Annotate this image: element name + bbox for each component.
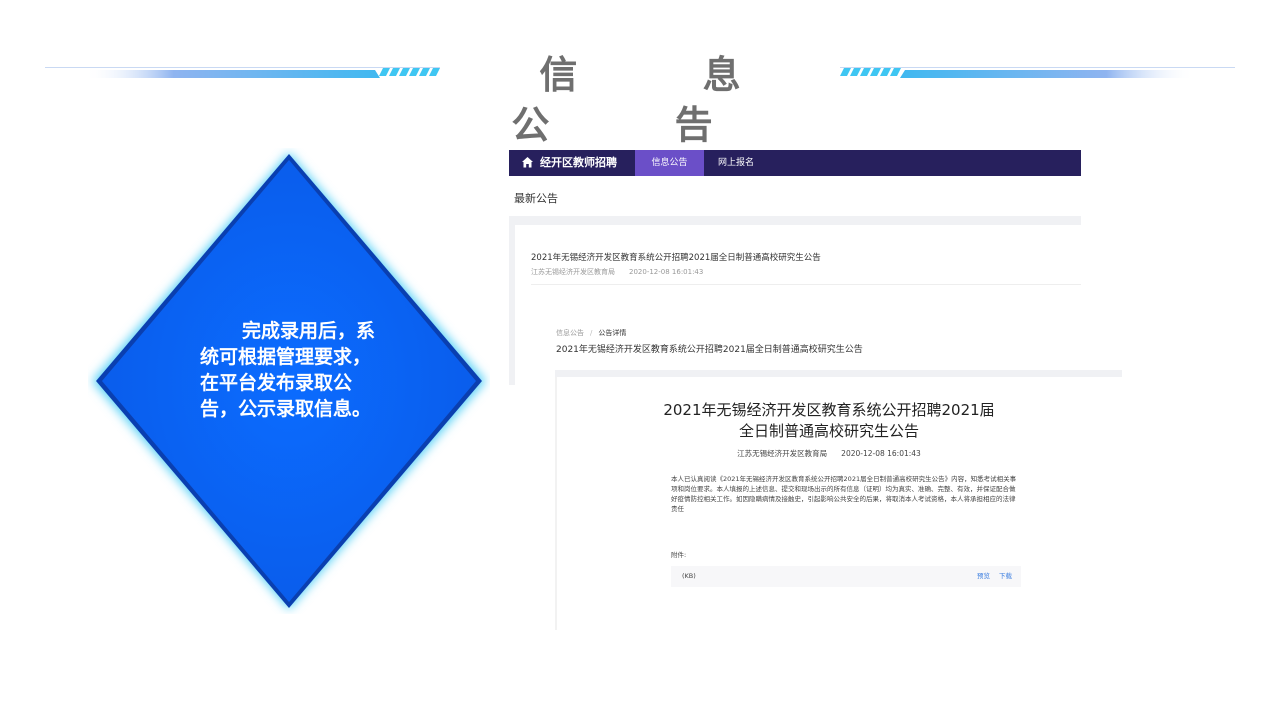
announcement-link[interactable]: 2021年无锡经济开发区教育系统公开招聘2021届全日制普通高校研究生公告 <box>531 251 821 263</box>
announcement-date: 2020-12-08 16:01:43 <box>629 268 704 276</box>
title-banner: 信 息 公 告 <box>0 0 1280 147</box>
diamond-description: 完成录用后，系统可根据管理要求，在平台发布录取公告，公示录取信息。 <box>200 320 376 420</box>
document-publisher: 江苏无锡经济开发区教育局 <box>737 449 828 458</box>
tab-online-registration[interactable]: 网上报名 <box>704 150 768 176</box>
announcement-meta: 江苏无锡经济开发区教育局 2020-12-08 16:01:43 <box>531 267 703 277</box>
list-divider <box>531 284 1081 285</box>
download-link[interactable]: 下载 <box>999 566 1012 587</box>
detail-divider <box>555 370 1122 377</box>
top-navbar: 经开区教师招聘 信息公告 网上报名 <box>509 150 1081 176</box>
tab-announcements[interactable]: 信息公告 <box>635 150 704 176</box>
breadcrumb-current: 公告详情 <box>598 329 627 337</box>
home-icon[interactable] <box>521 156 534 169</box>
info-diamond: 完成录用后，系统可根据管理要求，在平台发布录取公告，公示录取信息。 <box>88 148 490 614</box>
detail-card-edge <box>555 377 557 630</box>
attachment-row: (KB) 预览 下载 <box>671 566 1021 587</box>
attachment-size: (KB) <box>682 572 696 580</box>
detail-heading: 2021年无锡经济开发区教育系统公开招聘2021届全日制普通高校研究生公告 <box>556 345 863 355</box>
breadcrumb-parent[interactable]: 信息公告 <box>556 329 584 337</box>
attachment-label: 附件: <box>671 551 687 559</box>
latest-announcements-title: 最新公告 <box>514 192 558 205</box>
preview-link[interactable]: 预览 <box>977 566 990 587</box>
site-brand[interactable]: 经开区教师招聘 <box>540 150 617 176</box>
announcement-publisher: 江苏无锡经济开发区教育局 <box>531 268 615 276</box>
announcement-detail-screenshot: 信息公告 / 公告详情 2021年无锡经济开发区教育系统公开招聘2021届全日制普通… <box>509 320 1129 630</box>
breadcrumb-separator: / <box>590 329 593 337</box>
breadcrumb: 信息公告 / 公告详情 <box>556 328 626 338</box>
document-date: 2020-12-08 16:01:43 <box>841 449 921 458</box>
document-title: 2021年无锡经济开发区教育系统公开招聘2021届全日制普通高校研究生公告 <box>663 401 995 440</box>
section-divider <box>509 216 1081 225</box>
document-body: 本人已认真阅读《2021年无锡经济开发区教育系统公开招聘2021届全日制普通高校… <box>671 475 1017 513</box>
document-meta: 江苏无锡经济开发区教育局 2020-12-08 16:01:43 <box>659 448 999 459</box>
slide-title: 信 息 公 告 <box>511 53 797 147</box>
